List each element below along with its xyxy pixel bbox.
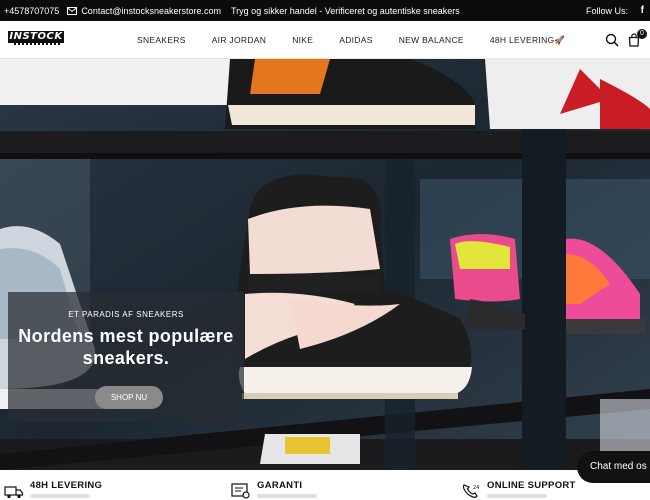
- feature-subtitle-placeholder: [487, 494, 547, 498]
- feature-title: ONLINE SUPPORT: [487, 480, 576, 491]
- truck-icon: [4, 486, 24, 499]
- svg-text:24: 24: [473, 485, 479, 491]
- instock-logo[interactable]: INSTOCK: [8, 31, 64, 48]
- site-header: INSTOCK SNEAKERS AIR JORDAN NIKE ADIDAS …: [0, 21, 650, 59]
- feature-title: 48H LEVERING: [30, 480, 103, 491]
- search-icon[interactable]: [605, 33, 619, 47]
- shop-now-button[interactable]: SHOP NU: [95, 386, 163, 409]
- trust-message: Tryg og sikker handel - Verificeret og a…: [231, 5, 460, 16]
- nav-item-nike[interactable]: NIKE: [292, 35, 313, 45]
- hero-eyebrow: ET PARADIS AF SNEAKERS: [68, 310, 184, 319]
- phone-number[interactable]: +4578707075: [4, 6, 59, 16]
- hero-caption-box: ET PARADIS AF SNEAKERS Nordens mest popu…: [8, 292, 244, 422]
- main-nav: SNEAKERS AIR JORDAN NIKE ADIDAS NEW BALA…: [137, 21, 565, 59]
- facebook-icon[interactable]: f: [641, 5, 644, 16]
- feature-title: GARANTI: [257, 480, 303, 491]
- logo-wordmark: INSTOCK: [8, 31, 64, 43]
- logo-underline: [14, 43, 60, 47]
- cart-count-badge: 0: [637, 29, 647, 39]
- chat-button[interactable]: Chat med os: [577, 451, 650, 483]
- email-link[interactable]: Contact@instocksneakerstore.com: [67, 6, 221, 16]
- nav-item-48h-levering[interactable]: 48H LEVERING🚀: [490, 35, 565, 46]
- nav-item-sneakers[interactable]: SNEAKERS: [137, 35, 186, 45]
- nav-item-adidas[interactable]: ADIDAS: [339, 35, 372, 45]
- hero-headline: Nordens mest populære sneakers.: [18, 326, 234, 368]
- feature-strip: 48H LEVERING GARANTI 24 ONLINE SUPPORT: [0, 470, 650, 500]
- feature-subtitle-placeholder: [30, 494, 90, 498]
- certificate-icon: [231, 483, 250, 499]
- top-bar: +4578707075 Contact@instocksneakerstore.…: [0, 0, 650, 21]
- hero-banner: ET PARADIS AF SNEAKERS Nordens mest popu…: [0, 59, 650, 470]
- nav-item-new-balance[interactable]: NEW BALANCE: [399, 35, 464, 45]
- support-phone-icon: 24: [462, 484, 479, 498]
- feature-subtitle-placeholder: [257, 494, 317, 498]
- mail-icon: [67, 6, 78, 15]
- nav-item-air-jordan[interactable]: AIR JORDAN: [212, 35, 266, 45]
- follow-label: Follow Us:: [585, 5, 628, 16]
- email-text: Contact@instocksneakerstore.com: [81, 5, 222, 16]
